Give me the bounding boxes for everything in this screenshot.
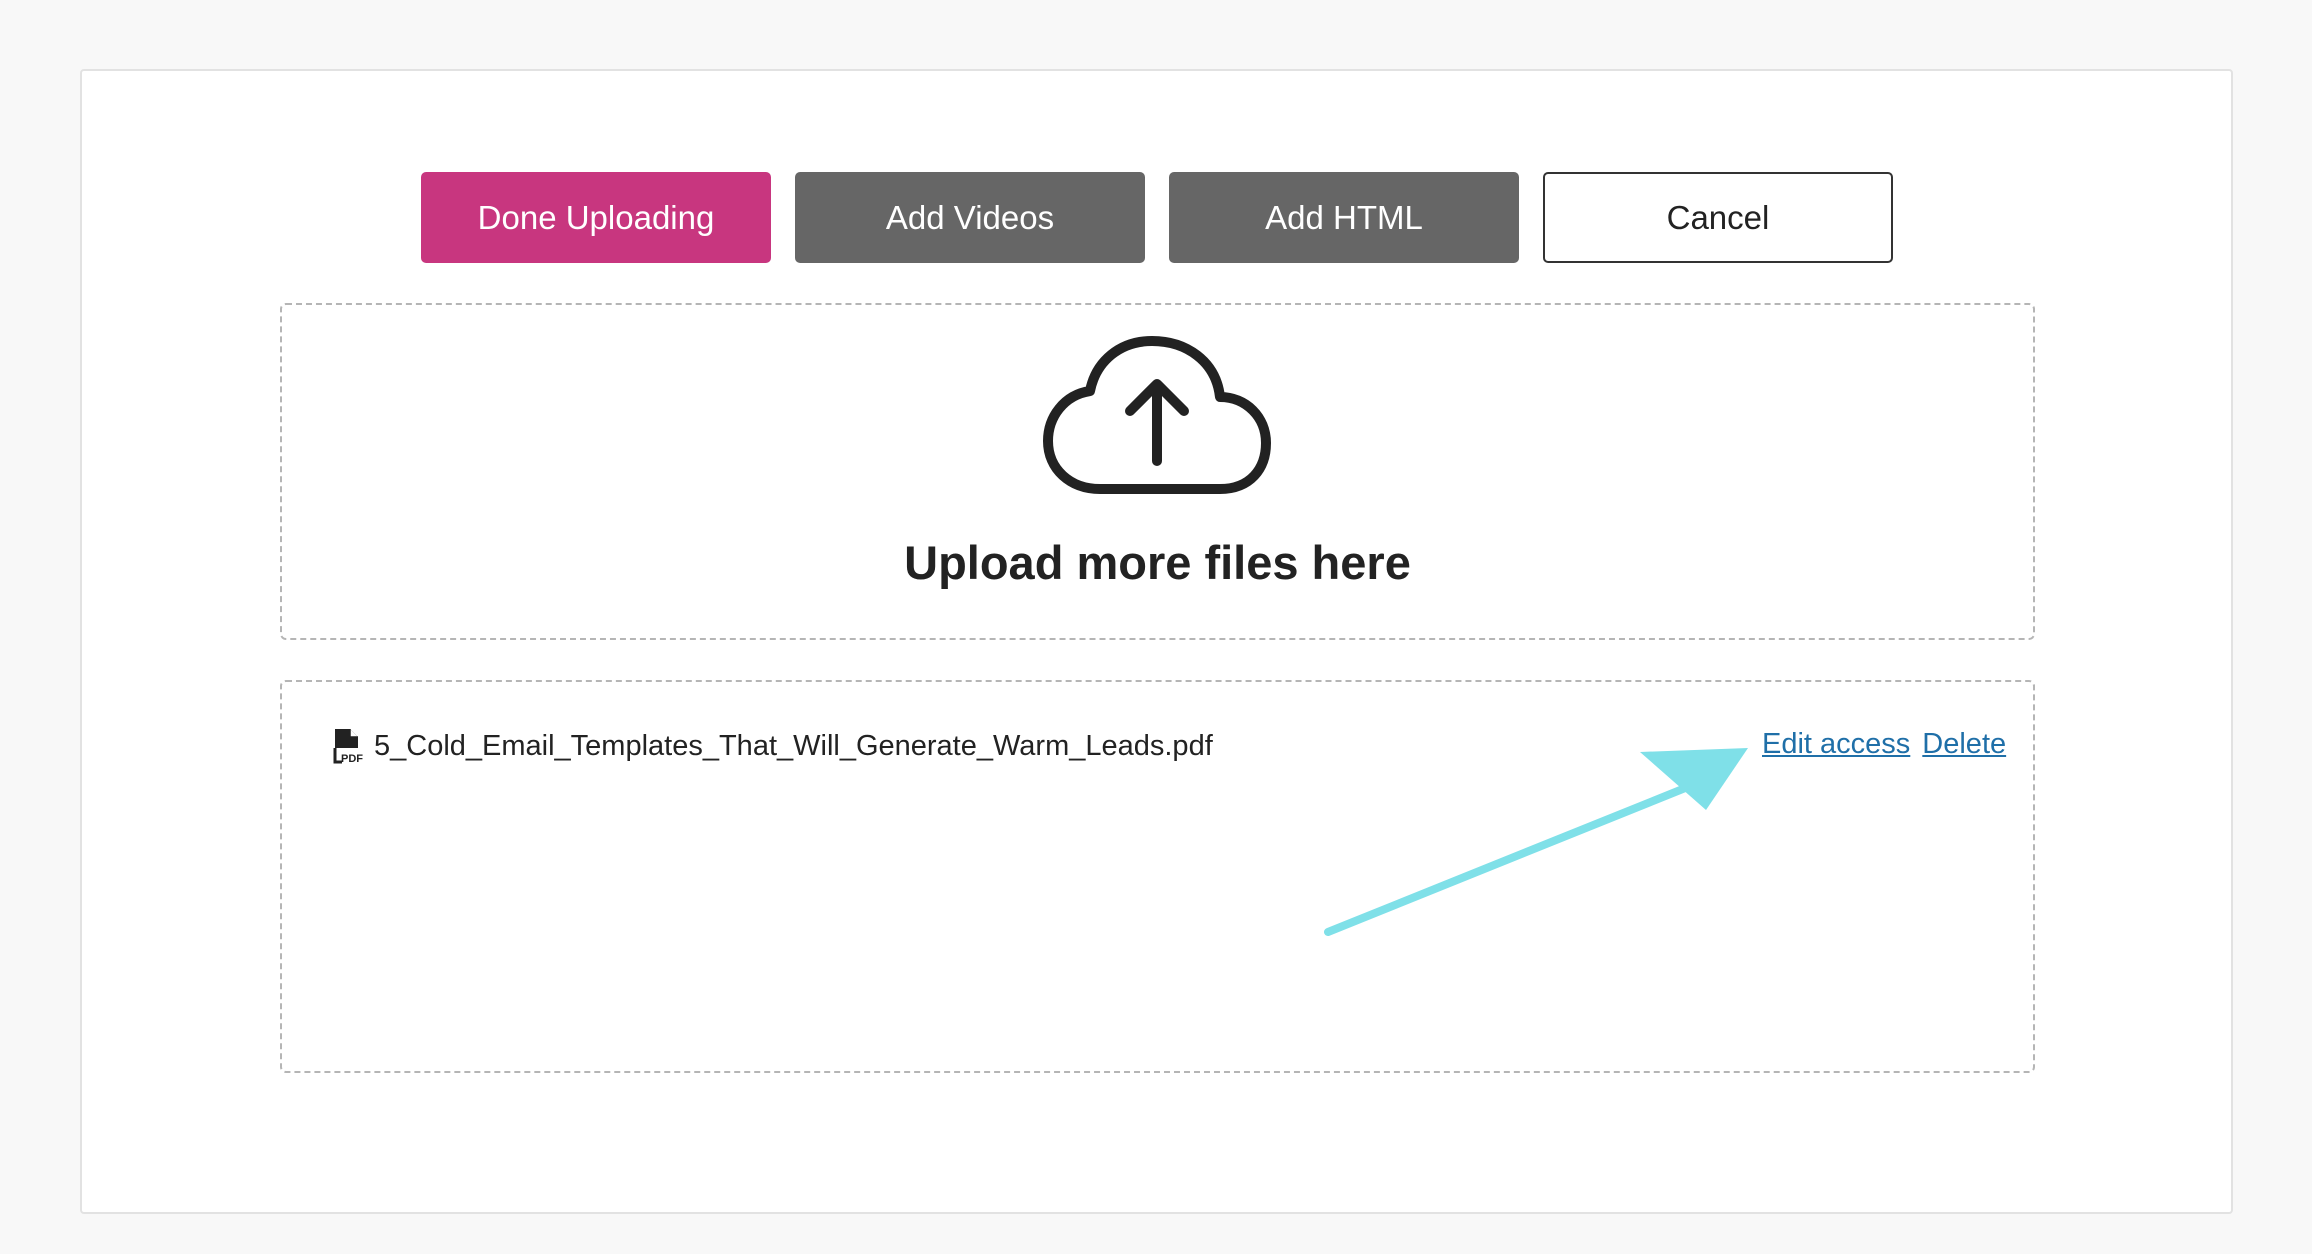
done-uploading-button[interactable]: Done Uploading [421,172,771,263]
svg-text:PDF: PDF [341,753,363,764]
file-item: PDF 5_Cold_Email_Templates_That_Will_Gen… [333,726,1213,766]
cloud-upload-icon [1043,336,1271,494]
file-name: 5_Cold_Email_Templates_That_Will_Generat… [374,729,1213,762]
add-videos-button[interactable]: Add Videos [795,172,1145,263]
dropzone-title: Upload more files here [904,536,1411,589]
file-actions: Edit access Delete [1762,724,2006,764]
delete-link[interactable]: Delete [1922,728,2006,761]
add-html-button[interactable]: Add HTML [1169,172,1519,263]
edit-access-link[interactable]: Edit access [1762,728,1910,761]
cancel-button[interactable]: Cancel [1543,172,1893,263]
pdf-file-icon: PDF [333,729,363,764]
